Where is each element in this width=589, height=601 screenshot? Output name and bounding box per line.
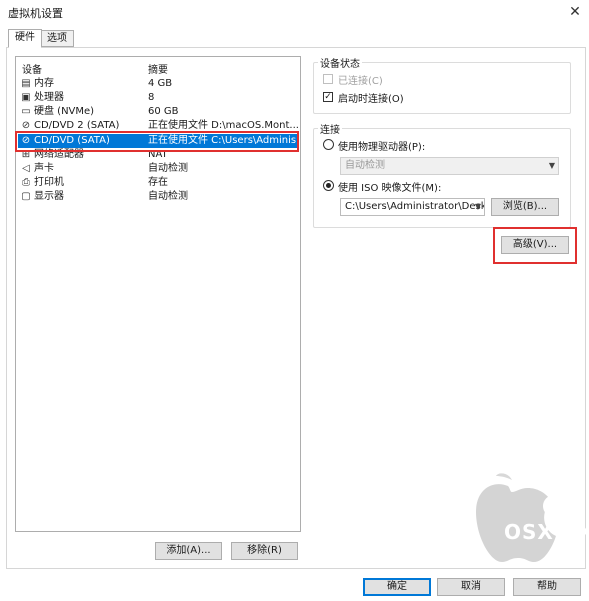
hard-disk-icon: ▭ (21, 106, 31, 117)
column-header-device[interactable]: 设备 (22, 61, 42, 76)
connected-label: 已连接(C) (338, 76, 383, 87)
processor-icon: ▣ (21, 92, 31, 103)
device-name: 显示器 (34, 191, 64, 202)
tab-options-label: 选项 (47, 33, 67, 44)
device-summary: 60 GB (148, 106, 179, 117)
device-summary: 正在使用文件 D:\macOS.Mont... (148, 120, 298, 131)
device-name: 打印机 (34, 177, 64, 188)
display-icon: ▢ (21, 191, 31, 202)
checkmark-icon: ✓ (324, 92, 332, 102)
iso-path-value: C:\Users\Administrator\Desk (345, 201, 485, 212)
connect-at-power-on-checkbox[interactable]: ✓ (323, 92, 333, 102)
device-summary: NAT (148, 149, 168, 160)
chevron-down-icon: ▼ (474, 202, 481, 211)
device-row-hard-disk[interactable]: ▭ 硬盘 (NVMe) 60 GB (18, 105, 298, 119)
device-name: CD/DVD (SATA) (34, 135, 110, 146)
device-row-network-adapter[interactable]: ⊞ 网络适配器 NAT (18, 148, 298, 162)
device-summary: 自动检测 (148, 163, 188, 174)
iso-image-radio[interactable] (323, 180, 334, 191)
memory-icon: ▤ (21, 78, 31, 89)
title-bar: 虚拟机设置 ✕ (0, 0, 589, 24)
network-adapter-icon: ⊞ (21, 149, 31, 160)
device-name: 内存 (34, 78, 54, 89)
device-row-cd-dvd-2[interactable]: ⊘ CD/DVD 2 (SATA) 正在使用文件 D:\macOS.Mont..… (18, 119, 298, 133)
printer-icon: ⎙ (22, 177, 30, 188)
physical-drive-select[interactable]: 自动检测 ▼ (340, 157, 559, 175)
device-name: 硬盘 (NVMe) (34, 106, 95, 117)
device-row-cd-dvd[interactable]: ⊘ CD/DVD (SATA) 正在使用文件 C:\Users\Adminis.… (18, 134, 298, 148)
tab-hardware-label: 硬件 (15, 32, 35, 43)
physical-drive-label: 使用物理驱动器(P): (338, 142, 426, 153)
cancel-button[interactable]: 取消 (437, 578, 505, 596)
device-status-group-label: 设备状态 (318, 55, 362, 70)
device-summary: 正在使用文件 C:\Users\Adminis... (148, 135, 298, 146)
tab-options[interactable]: 选项 (40, 30, 74, 47)
connected-checkbox[interactable] (323, 74, 333, 84)
cd-dvd-icon: ⊘ (21, 135, 31, 146)
device-summary: 存在 (148, 177, 168, 188)
device-summary: 4 GB (148, 78, 173, 89)
device-name: 声卡 (34, 163, 54, 174)
sound-card-icon: ◁ (22, 163, 30, 174)
add-device-button[interactable]: 添加(A)... (155, 542, 222, 560)
advanced-button[interactable]: 高级(V)... (501, 236, 569, 254)
browse-button[interactable]: 浏览(B)... (491, 198, 559, 216)
device-summary: 8 (148, 92, 155, 103)
device-row-memory[interactable]: ▤ 内存 4 GB (18, 77, 298, 91)
remove-device-button[interactable]: 移除(R) (231, 542, 298, 560)
physical-drive-value: 自动检测 (345, 160, 385, 171)
device-row-printer[interactable]: ⎙ 打印机 存在 (18, 176, 298, 190)
cd-dvd-icon: ⊘ (21, 120, 31, 131)
tab-hardware[interactable]: 硬件 (8, 29, 42, 48)
device-list[interactable]: 设备 摘要 ▤ 内存 4 GB ▣ 处理器 8 ▭ 硬盘 (NVMe) 60 G… (15, 56, 301, 532)
iso-image-label: 使用 ISO 映像文件(M): (338, 183, 442, 194)
iso-path-select[interactable]: C:\Users\Administrator\Desk ▼ (340, 198, 485, 216)
device-row-display[interactable]: ▢ 显示器 自动检测 (18, 190, 298, 204)
close-icon: ✕ (569, 4, 581, 20)
watermark-text: OSX.CX (504, 520, 589, 544)
device-summary: 自动检测 (148, 191, 188, 202)
osx-cx-watermark-logo: OSX.CX (468, 470, 589, 574)
physical-drive-radio[interactable] (323, 139, 334, 150)
ok-button[interactable]: 确定 (363, 578, 431, 596)
device-name: 处理器 (34, 92, 64, 103)
device-name: CD/DVD 2 (SATA) (34, 120, 120, 131)
close-button[interactable]: ✕ (562, 1, 588, 23)
window-title: 虚拟机设置 (8, 7, 63, 20)
connect-at-power-on-label: 启动时连接(O) (338, 94, 404, 105)
help-button[interactable]: 帮助 (513, 578, 581, 596)
column-header-summary[interactable]: 摘要 (148, 61, 168, 76)
connection-group-label: 连接 (318, 121, 342, 136)
chevron-down-icon: ▼ (548, 161, 555, 170)
device-row-sound-card[interactable]: ◁ 声卡 自动检测 (18, 162, 298, 176)
device-row-processor[interactable]: ▣ 处理器 8 (18, 91, 298, 105)
device-name: 网络适配器 (34, 149, 84, 160)
